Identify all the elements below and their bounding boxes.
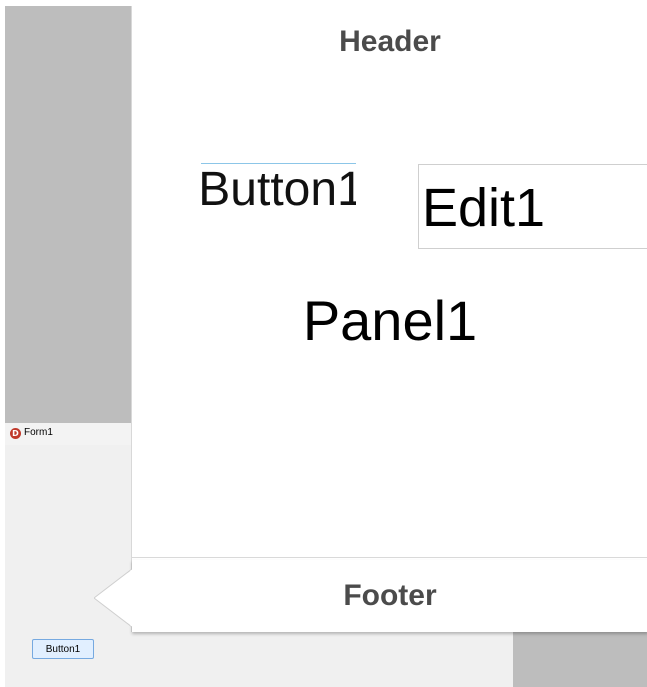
panel-button[interactable]: Button1 [201,163,356,216]
callout-pointer [94,569,132,627]
edit-field-text: Edit1 [422,178,546,238]
panel-footer: Footer [132,560,647,632]
background-area-bottom-right [512,632,647,687]
panel-button-label: Button1 [201,163,356,216]
panel-header: Header [132,6,647,78]
form-titlebar[interactable]: D Form1 [5,423,131,445]
background-area [5,6,131,424]
app-icon: D [10,428,21,439]
form-title: Form1 [24,427,53,438]
edit-field[interactable]: Edit1 [418,164,647,249]
magnified-panel: Header Button1 Edit1 Panel1 Footer [131,6,647,632]
panel-caption: Panel1 [302,289,478,352]
button1[interactable]: Button1 [32,639,94,659]
panel-body: Button1 Edit1 Panel1 [132,78,647,558]
